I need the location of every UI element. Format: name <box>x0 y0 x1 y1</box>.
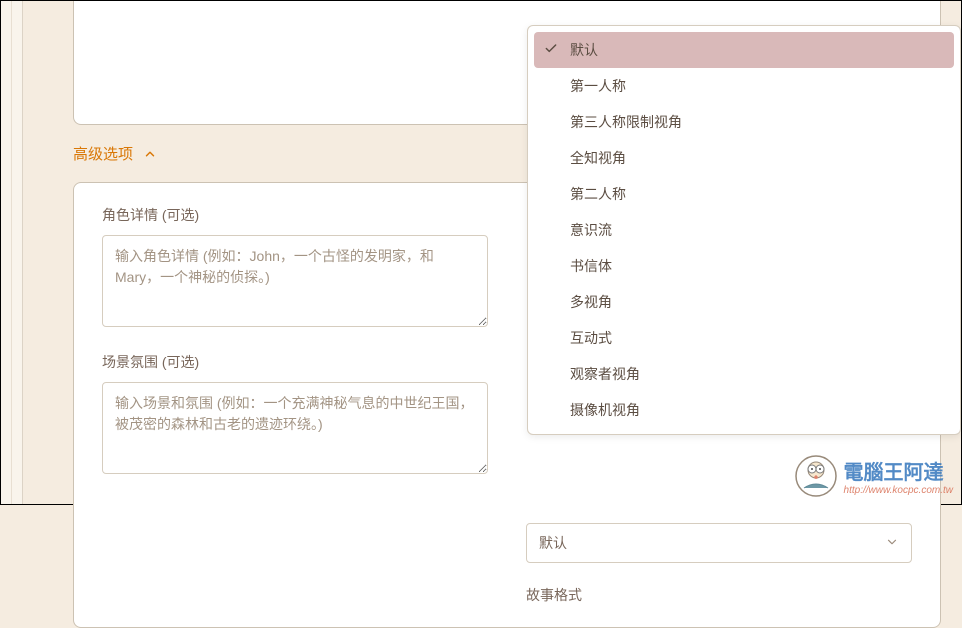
dropdown-item[interactable]: 互动式 <box>534 320 954 356</box>
dropdown-item-label: 意识流 <box>570 222 612 238</box>
chevron-down-icon <box>885 535 899 552</box>
dropdown-item-label: 摄像机视角 <box>570 402 640 418</box>
watermark-title: 電腦王阿達 <box>844 456 953 485</box>
dropdown-item[interactable]: 多视角 <box>534 284 954 320</box>
dropdown-item-label: 观察者视角 <box>570 366 640 382</box>
dropdown-item[interactable]: 意识流 <box>534 212 954 248</box>
perspective-dropdown: 默认第一人称第三人称限制视角全知视角第二人称意识流书信体多视角互动式观察者视角摄… <box>527 25 961 435</box>
scene-atmosphere-label: 场景氛围 (可选) <box>102 352 488 372</box>
dropdown-item[interactable]: 第二人称 <box>534 176 954 212</box>
watermark-url: http://www.kocpc.com.tw <box>844 485 953 496</box>
dropdown-item[interactable]: 默认 <box>534 32 954 68</box>
perspective-select-value: 默认 <box>539 533 567 553</box>
check-icon <box>544 42 558 59</box>
dropdown-item-label: 书信体 <box>570 258 612 274</box>
scene-atmosphere-input[interactable] <box>102 382 488 474</box>
dropdown-item[interactable]: 摄像机视角 <box>534 392 954 428</box>
avatar-icon <box>794 454 838 498</box>
document-gutter <box>1 1 23 504</box>
character-details-label: 角色详情 (可选) <box>102 205 488 225</box>
story-format-label: 故事格式 <box>526 585 912 605</box>
dropdown-item-label: 全知视角 <box>570 150 626 166</box>
dropdown-item-label: 互动式 <box>570 330 612 346</box>
dropdown-item[interactable]: 观察者视角 <box>534 356 954 392</box>
dropdown-item[interactable]: 书信体 <box>534 248 954 284</box>
dropdown-item-label: 默认 <box>570 42 598 58</box>
dropdown-item[interactable]: 第三人称限制视角 <box>534 104 954 140</box>
advanced-options-label: 高级选项 <box>73 143 133 164</box>
dropdown-item-label: 第二人称 <box>570 186 626 202</box>
watermark: 電腦王阿達 http://www.kocpc.com.tw <box>794 454 953 498</box>
dropdown-item-label: 第三人称限制视角 <box>570 114 682 130</box>
dropdown-item-label: 第一人称 <box>570 78 626 94</box>
perspective-select[interactable]: 默认 <box>526 523 912 563</box>
dropdown-item[interactable]: 全知视角 <box>534 140 954 176</box>
character-details-input[interactable] <box>102 235 488 327</box>
chevron-up-icon <box>143 147 157 161</box>
dropdown-item-label: 多视角 <box>570 294 612 310</box>
dropdown-item[interactable]: 第一人称 <box>534 68 954 104</box>
